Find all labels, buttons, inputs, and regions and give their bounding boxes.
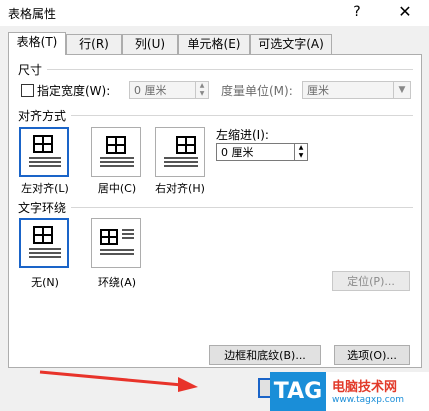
tab-table[interactable]: 表格(T) xyxy=(8,32,66,55)
watermark-text: 电脑技术网 www.tagxp.com xyxy=(326,372,429,411)
watermark-logo: TAG 电脑技术网 www.tagxp.com xyxy=(270,372,429,411)
watermark-line2: www.tagxp.com xyxy=(332,395,404,405)
watermark-line1: 电脑技术网 xyxy=(332,380,398,395)
annotation-arrow xyxy=(39,370,198,392)
watermark-tag: TAG xyxy=(270,372,326,411)
